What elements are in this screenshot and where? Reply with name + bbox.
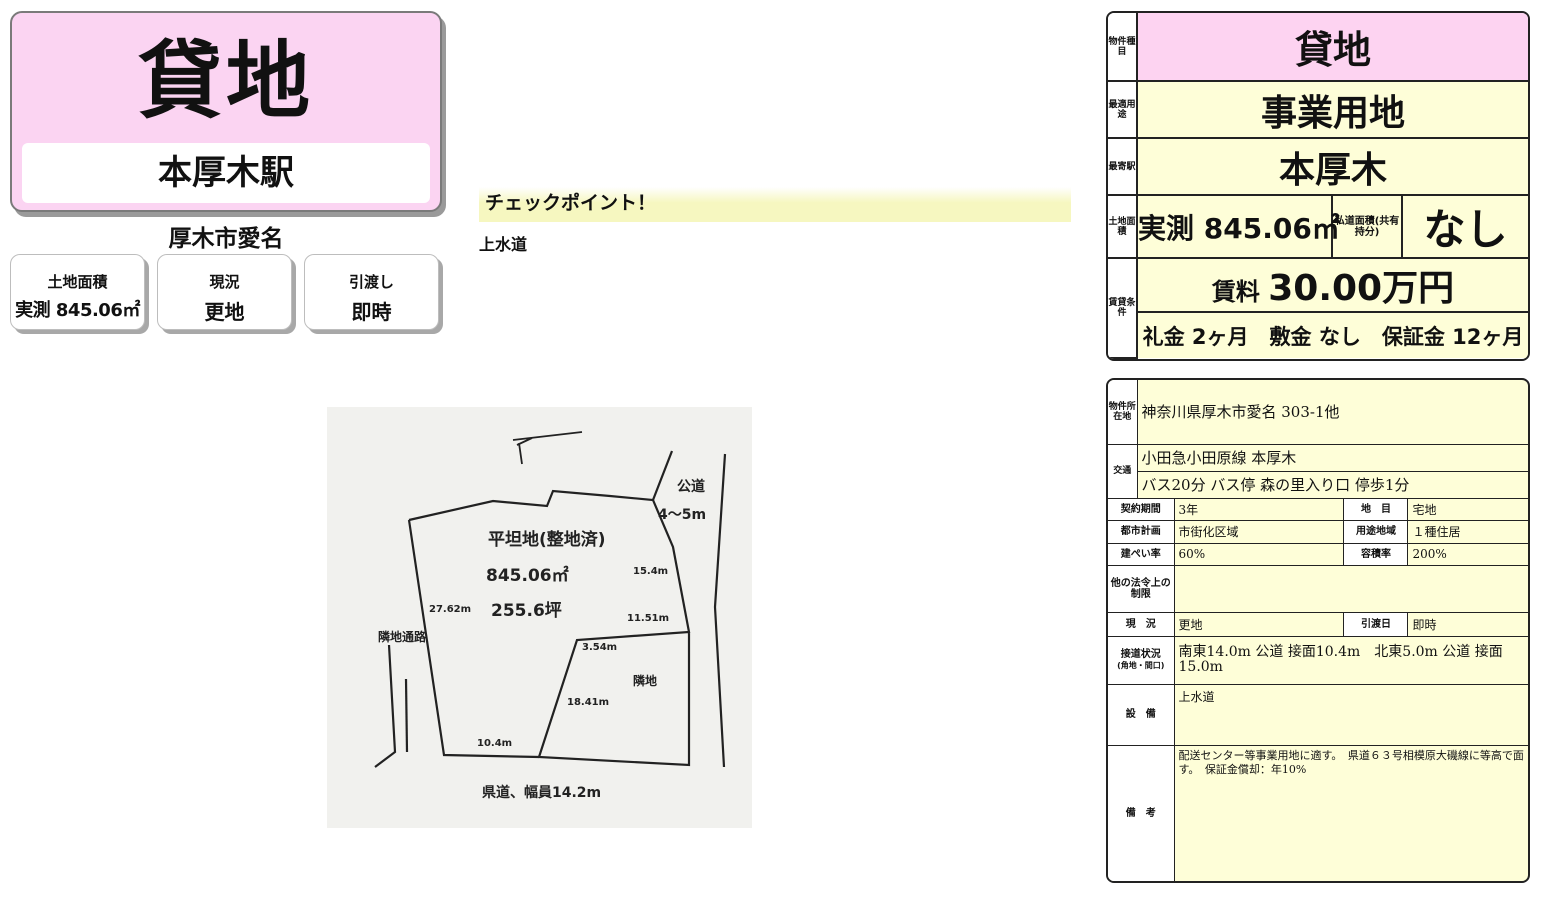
road-value: 南東14.0m 公道 接面10.4m 北東5.0m 公道 接面15.0m xyxy=(1173,635,1528,685)
other-law-value xyxy=(1173,564,1528,613)
stat-handover: 引渡し 即時 xyxy=(304,254,439,330)
address-short: 厚木市愛名 xyxy=(168,226,284,252)
road-label-sub: (角地・間口) xyxy=(1117,661,1165,670)
remarks-value: 配送センター等事業用地に適す。 県道６３号相模原大磯線に等高で面す。 保証金償却… xyxy=(1173,744,1528,881)
spec-type-label: 物件種目 xyxy=(1108,13,1138,82)
zoning-label: 用途地域 xyxy=(1343,519,1409,544)
other-law-label: 他の法令上の制限 xyxy=(1108,564,1175,613)
status-value: 更地 xyxy=(1173,611,1345,637)
stat-label: 引渡し xyxy=(348,273,394,291)
detail-table: 物件所在地 神奈川県厚木市愛名 303-1他 交通 小田急小田原線 本厚木 バス… xyxy=(1106,378,1530,883)
spec-use-label: 最適用途 xyxy=(1108,80,1138,139)
handover-label: 引渡日 xyxy=(1343,611,1409,637)
stat-label: 土地面積 xyxy=(47,273,108,291)
contract-label: 契約期間 xyxy=(1108,497,1175,521)
plan-public-road-width: 4～5m xyxy=(658,507,706,523)
title-card: 貸地 本厚木駅 xyxy=(10,11,442,212)
spec-rent-label: 賃貸条件 xyxy=(1108,257,1138,359)
plot-plan-drawing: 公道 4～5m 平坦地(整地済) 845.06㎡ 255.6坪 15.4m 27… xyxy=(374,431,727,801)
spec-rent: 賃料 30.00万円 xyxy=(1136,257,1528,313)
bcr-value: 60% xyxy=(1173,542,1345,566)
stat-status: 現況 更地 xyxy=(157,254,292,330)
spec-terms: 礼金 2ヶ月 敷金 なし 保証金 12ヶ月 xyxy=(1137,311,1528,358)
chimoku-label: 地 目 xyxy=(1343,497,1409,521)
checkpoint-body: 上水道 xyxy=(479,235,528,254)
road-label: 接道状況 (角地・間口) xyxy=(1108,635,1175,685)
status-label: 現 況 xyxy=(1108,611,1175,637)
plan-dim: 15.4m xyxy=(633,566,668,577)
property-type-title: 貸地 xyxy=(137,32,314,130)
remarks-label: 備 考 xyxy=(1108,744,1175,881)
plan-prefectural-road: 県道、幅員14.2m xyxy=(482,784,601,801)
stat-value: 実測 845.06㎡ xyxy=(15,300,140,321)
bcr-label: 建ぺい率 xyxy=(1108,542,1175,566)
zoning-value: １種住居 xyxy=(1407,519,1528,544)
plan-dim: 3.54m xyxy=(582,642,617,653)
plan-neighbor: 隣地 xyxy=(633,673,657,688)
stat-value: 更地 xyxy=(204,300,245,324)
spec-station: 本厚木 xyxy=(1136,137,1528,196)
plan-area-m2: 845.06㎡ xyxy=(486,565,569,586)
contract-value: 3年 xyxy=(1173,497,1345,521)
far-label: 容積率 xyxy=(1343,542,1409,566)
facility-label: 設 備 xyxy=(1108,683,1175,746)
plot-plan-image: 公道 4～5m 平坦地(整地済) 845.06㎡ 255.6坪 15.4m 27… xyxy=(327,407,752,828)
far-value: 200% xyxy=(1407,542,1528,566)
location-value: 神奈川県厚木市愛名 303-1他 xyxy=(1136,380,1528,445)
handover-value: 即時 xyxy=(1407,611,1528,637)
city-plan-label: 都市計画 xyxy=(1108,519,1175,544)
plan-area-tsubo: 255.6坪 xyxy=(491,601,562,621)
spec-use: 事業用地 xyxy=(1136,80,1528,139)
road-label-main: 接道状況 xyxy=(1120,649,1161,660)
transport-label: 交通 xyxy=(1108,443,1138,499)
spec-station-label: 最寄駅 xyxy=(1108,137,1138,196)
plan-public-road: 公道 xyxy=(677,478,705,495)
location-label: 物件所在地 xyxy=(1108,380,1138,445)
stat-land-area: 土地面積 実測 845.06㎡ xyxy=(10,254,145,330)
chimoku-value: 宅地 xyxy=(1407,497,1528,521)
stat-label: 現況 xyxy=(209,273,240,291)
transport-line-1: 小田急小田原線 本厚木 xyxy=(1136,443,1528,472)
transport-line-2: バス20分 バス停 森の里入り口 停歩1分 xyxy=(1137,470,1528,499)
checkpoint-heading: チェックポイント！ xyxy=(479,187,1071,222)
plan-dim: 18.41m xyxy=(567,697,609,708)
plan-dim: 11.51m xyxy=(627,613,669,624)
spec-area-label: 土地面積 xyxy=(1108,194,1138,259)
plan-dim: 10.4m xyxy=(477,738,512,749)
plan-dim: 27.62m xyxy=(429,604,471,615)
station-name: 本厚木駅 xyxy=(22,143,430,203)
spec-private-road: なし xyxy=(1401,194,1528,259)
plan-land-type: 平坦地(整地済) xyxy=(488,529,606,550)
spec-private-road-label: 私道面積(共有持分) xyxy=(1331,194,1403,259)
spec-rent-value: 30.00万円 xyxy=(1268,268,1455,309)
plan-neighbor-passage: 隣地通路 xyxy=(378,629,427,644)
facility-value: 上水道 xyxy=(1173,683,1528,746)
stat-value: 即時 xyxy=(351,300,392,324)
spec-type: 貸地 xyxy=(1136,13,1528,82)
spec-area: 実測 845.06㎡ xyxy=(1136,194,1340,259)
spec-table: 物件種目 貸地 最適用途 事業用地 最寄駅 本厚木 土地面積 実測 845.06… xyxy=(1106,11,1530,361)
city-plan-value: 市街化区域 xyxy=(1173,519,1345,544)
spec-rent-prefix: 賃料 xyxy=(1211,278,1260,306)
